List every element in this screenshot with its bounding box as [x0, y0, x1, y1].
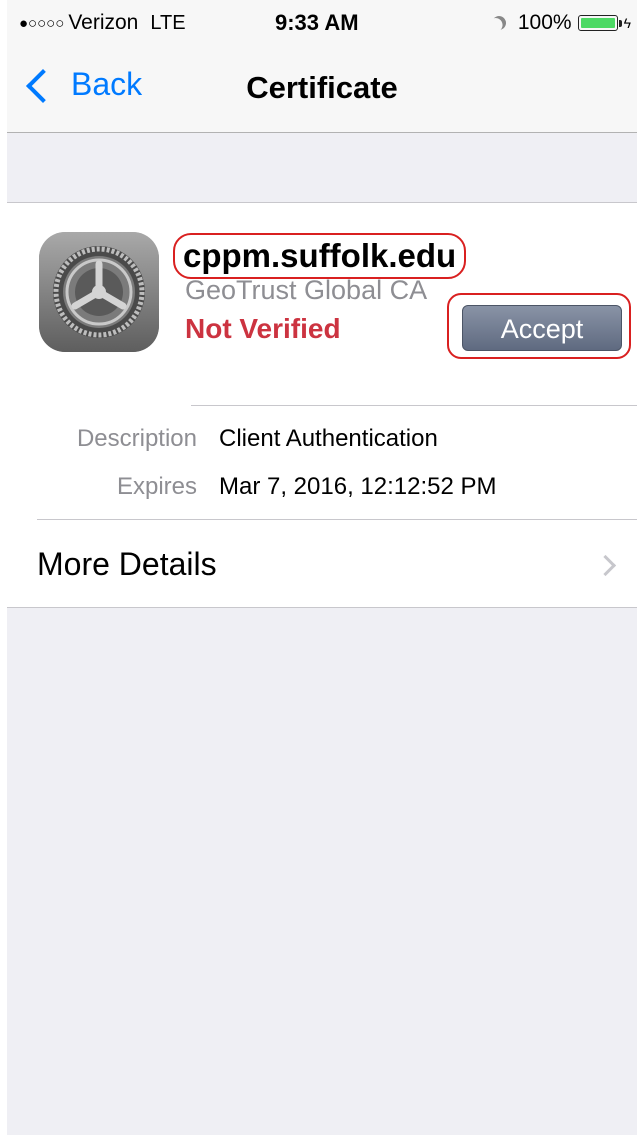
- certificate-name-highlight: cppm.suffolk.edu: [173, 233, 467, 279]
- status-bar: ●○○○○ Verizon LTE 9:33 AM 100% ϟ: [7, 0, 637, 46]
- certificate-issuer: GeoTrust Global CA: [185, 275, 428, 305]
- battery-icon: [577, 15, 618, 31]
- charging-icon: ϟ: [623, 15, 631, 31]
- accept-button[interactable]: Accept: [462, 305, 622, 351]
- description-label: Description: [76, 425, 197, 452]
- moon-icon: [489, 13, 508, 32]
- certificate-name: cppm.suffolk.edu: [183, 237, 457, 274]
- divider: [191, 405, 637, 406]
- verification-status: Not Verified: [185, 313, 341, 344]
- expires-value: Mar 7, 2016, 12:12:52 PM: [219, 473, 497, 500]
- status-time: 9:33 AM: [275, 10, 359, 35]
- battery-tip: [618, 19, 622, 27]
- description-value: Client Authentication: [219, 425, 438, 452]
- carrier-name: Verizon: [68, 11, 139, 34]
- chevron-right-icon: [594, 554, 617, 577]
- signal-strength: ●○○○○: [19, 14, 65, 32]
- certificate-screen: ●○○○○ Verizon LTE 9:33 AM 100% ϟ Back Ce…: [7, 0, 637, 1135]
- network-type: LTE: [150, 11, 186, 34]
- navigation-bar: Back Certificate: [7, 46, 637, 133]
- status-left: ●○○○○ Verizon LTE: [19, 11, 186, 35]
- battery-percent: 100%: [517, 11, 572, 34]
- more-details-row[interactable]: More Details: [7, 520, 637, 607]
- page-title: Certificate: [246, 70, 398, 105]
- status-right: 100% ϟ: [492, 11, 631, 35]
- more-details-label: More Details: [37, 546, 217, 582]
- gear-icon: [39, 232, 159, 352]
- certificate-section: cppm.suffolk.edu GeoTrust Global CA Not …: [7, 202, 637, 608]
- expires-label: Expires: [116, 473, 197, 500]
